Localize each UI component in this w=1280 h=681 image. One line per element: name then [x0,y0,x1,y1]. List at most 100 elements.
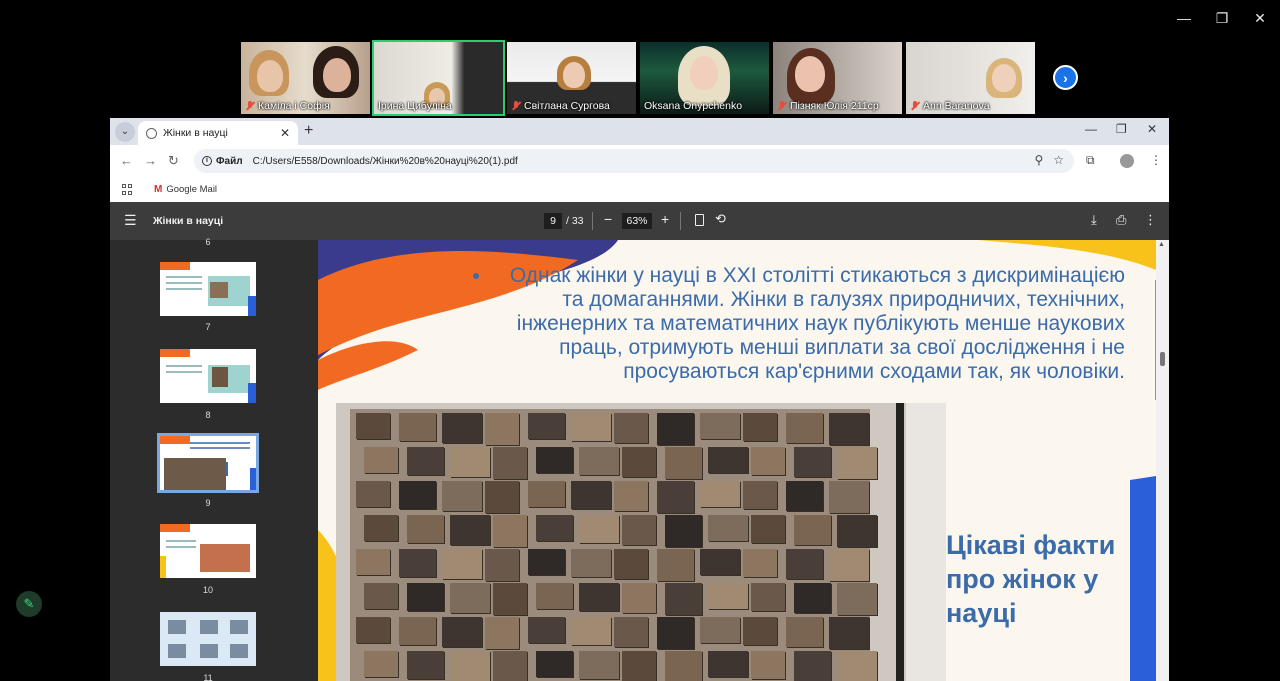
photo-frame [751,447,785,475]
extensions-icon[interactable]: ⧉ [1086,153,1095,168]
browser-close-icon[interactable]: ✕ [1147,122,1157,136]
thumbnail-page[interactable] [160,262,256,316]
profile-avatar[interactable] [1120,154,1134,168]
forward-arrow-icon[interactable]: → [144,153,157,168]
zoom-level-input[interactable]: 63% [622,213,652,229]
zoom-out-button[interactable]: − [604,211,612,227]
new-tab-button[interactable]: + [304,122,313,140]
photo-frame [485,549,519,581]
photo-frame [442,481,482,511]
participant-label: Каміла і Софія [245,100,330,112]
page-number-input[interactable]: 9 [544,213,562,229]
thumbnail-page[interactable] [160,524,256,578]
tab-pdf[interactable]: Жінки в науці ✕ [138,121,298,145]
browser-minimize-icon[interactable]: — [1085,122,1097,136]
print-icon[interactable]: ⎙ [1116,212,1126,228]
photo-frame [364,651,398,677]
photo-frame [665,447,702,479]
photo-frame [837,447,877,479]
close-button[interactable]: ✕ [1249,8,1271,28]
participant-label: Світлана Сургова [511,100,610,112]
restore-button[interactable]: ❐ [1211,8,1233,28]
rotate-icon[interactable]: ⟲ [715,211,726,227]
next-participants-button[interactable]: › [1053,65,1078,90]
toolbar-divider [680,212,681,230]
scroll-up-icon[interactable]: ▲ [1158,241,1165,248]
photo-frame [794,515,831,545]
participant-tile-active[interactable]: Ірина Цибуліна [372,40,505,116]
photo-frame [622,515,656,545]
thumbnail-page-selected[interactable] [157,433,259,493]
photo-frame [708,447,748,473]
photo-frame [786,481,823,511]
participant-strip: Каміла і Софія Ірина Цибуліна Світлана С… [239,40,1040,116]
participant-label: Пізняк Юлія 211ср [777,100,879,112]
bookmark-google-mail[interactable]: M Google Mail [154,184,217,195]
photo-frame [751,583,785,611]
photo-frame [837,515,877,547]
browser-menu-icon[interactable]: ⋮ [1150,153,1162,167]
photo-frame [794,583,831,613]
browser-restore-icon[interactable]: ❐ [1116,122,1127,136]
photo-frame [442,413,482,443]
mic-off-icon [910,101,920,111]
photo-frame [571,481,611,509]
photo-frame [786,413,823,443]
slide-paragraph: Однак жінки у науці в XXI столітті стика… [509,264,1125,383]
photo-frame [364,447,398,473]
photo-frame [364,583,398,609]
zoom-in-button[interactable]: + [661,211,669,227]
site-info-chip[interactable]: i Файл [202,156,243,167]
photo-frame [794,447,831,477]
address-input[interactable]: i Файл C:/Users/E558/Downloads/Жінки%20в%… [194,149,1074,173]
tab-close-icon[interactable]: ✕ [280,126,290,140]
photo-frame [665,515,702,547]
apps-grid-icon[interactable] [122,184,133,195]
photo-frame [485,413,519,445]
thumbnail-number: 9 [205,498,211,508]
photo-frame [794,651,831,681]
photo-frame [786,549,823,579]
photo-frame [700,413,740,439]
fit-to-page-icon[interactable] [695,214,704,226]
more-options-icon[interactable]: ⋮ [1144,212,1157,228]
photo-frame [743,549,777,577]
participant-tile[interactable]: Світлана Сургова [505,40,638,116]
tab-search-dropdown-icon[interactable]: ⌄ [115,122,135,142]
pdf-page-9: Однак жінки у науці в XXI столітті стика… [318,240,1156,681]
thumbnail-number: 6 [205,237,211,247]
minimize-button[interactable]: — [1173,8,1195,28]
participant-tile[interactable]: Oksana Onypchenko [638,40,771,116]
browser-window: ⌄ Жінки в науці ✕ + — ❐ ✕ ← → ↻ i Файл C:… [110,118,1169,681]
photo-frame [786,617,823,647]
photo-frame [743,617,777,645]
mic-off-icon [511,101,521,111]
thumbnail-page[interactable] [160,349,256,403]
pencil-icon[interactable]: ✎ [16,591,42,617]
scrollbar-thumb[interactable] [1160,352,1165,366]
photo-frame [493,447,527,479]
download-icon[interactable]: ⤓ [1091,212,1097,228]
hamburger-menu-icon[interactable]: ☰ [124,212,137,229]
participant-tile[interactable]: Ann Baranova [904,40,1037,116]
page-total: / 33 [566,215,584,227]
participant-label: Oksana Onypchenko [644,100,743,112]
photo-frame [622,447,656,477]
participant-tile[interactable]: Пізняк Юлія 211ср [771,40,904,116]
document-scrollbar[interactable]: ▲ [1156,240,1169,681]
tab-title: Жінки в науці [163,127,228,139]
zoom-magnifier-icon[interactable]: ⚲ [1034,153,1043,167]
photo-frame [622,583,656,613]
participant-tile[interactable]: Каміла і Софія [239,40,372,116]
back-arrow-icon[interactable]: ← [120,153,133,168]
bookmark-star-icon[interactable]: ☆ [1053,153,1064,167]
photo-frame [450,515,490,545]
photo-frame [743,481,777,509]
thumbnail-sidebar: 6 7 8 9 10 11 [110,237,306,681]
info-icon: i [202,156,212,166]
reload-icon[interactable]: ↻ [168,153,179,169]
participant-label: Ann Baranova [910,100,990,112]
photo-frame [399,481,436,509]
thumbnail-page[interactable] [160,612,256,666]
photo-frame [751,515,785,543]
